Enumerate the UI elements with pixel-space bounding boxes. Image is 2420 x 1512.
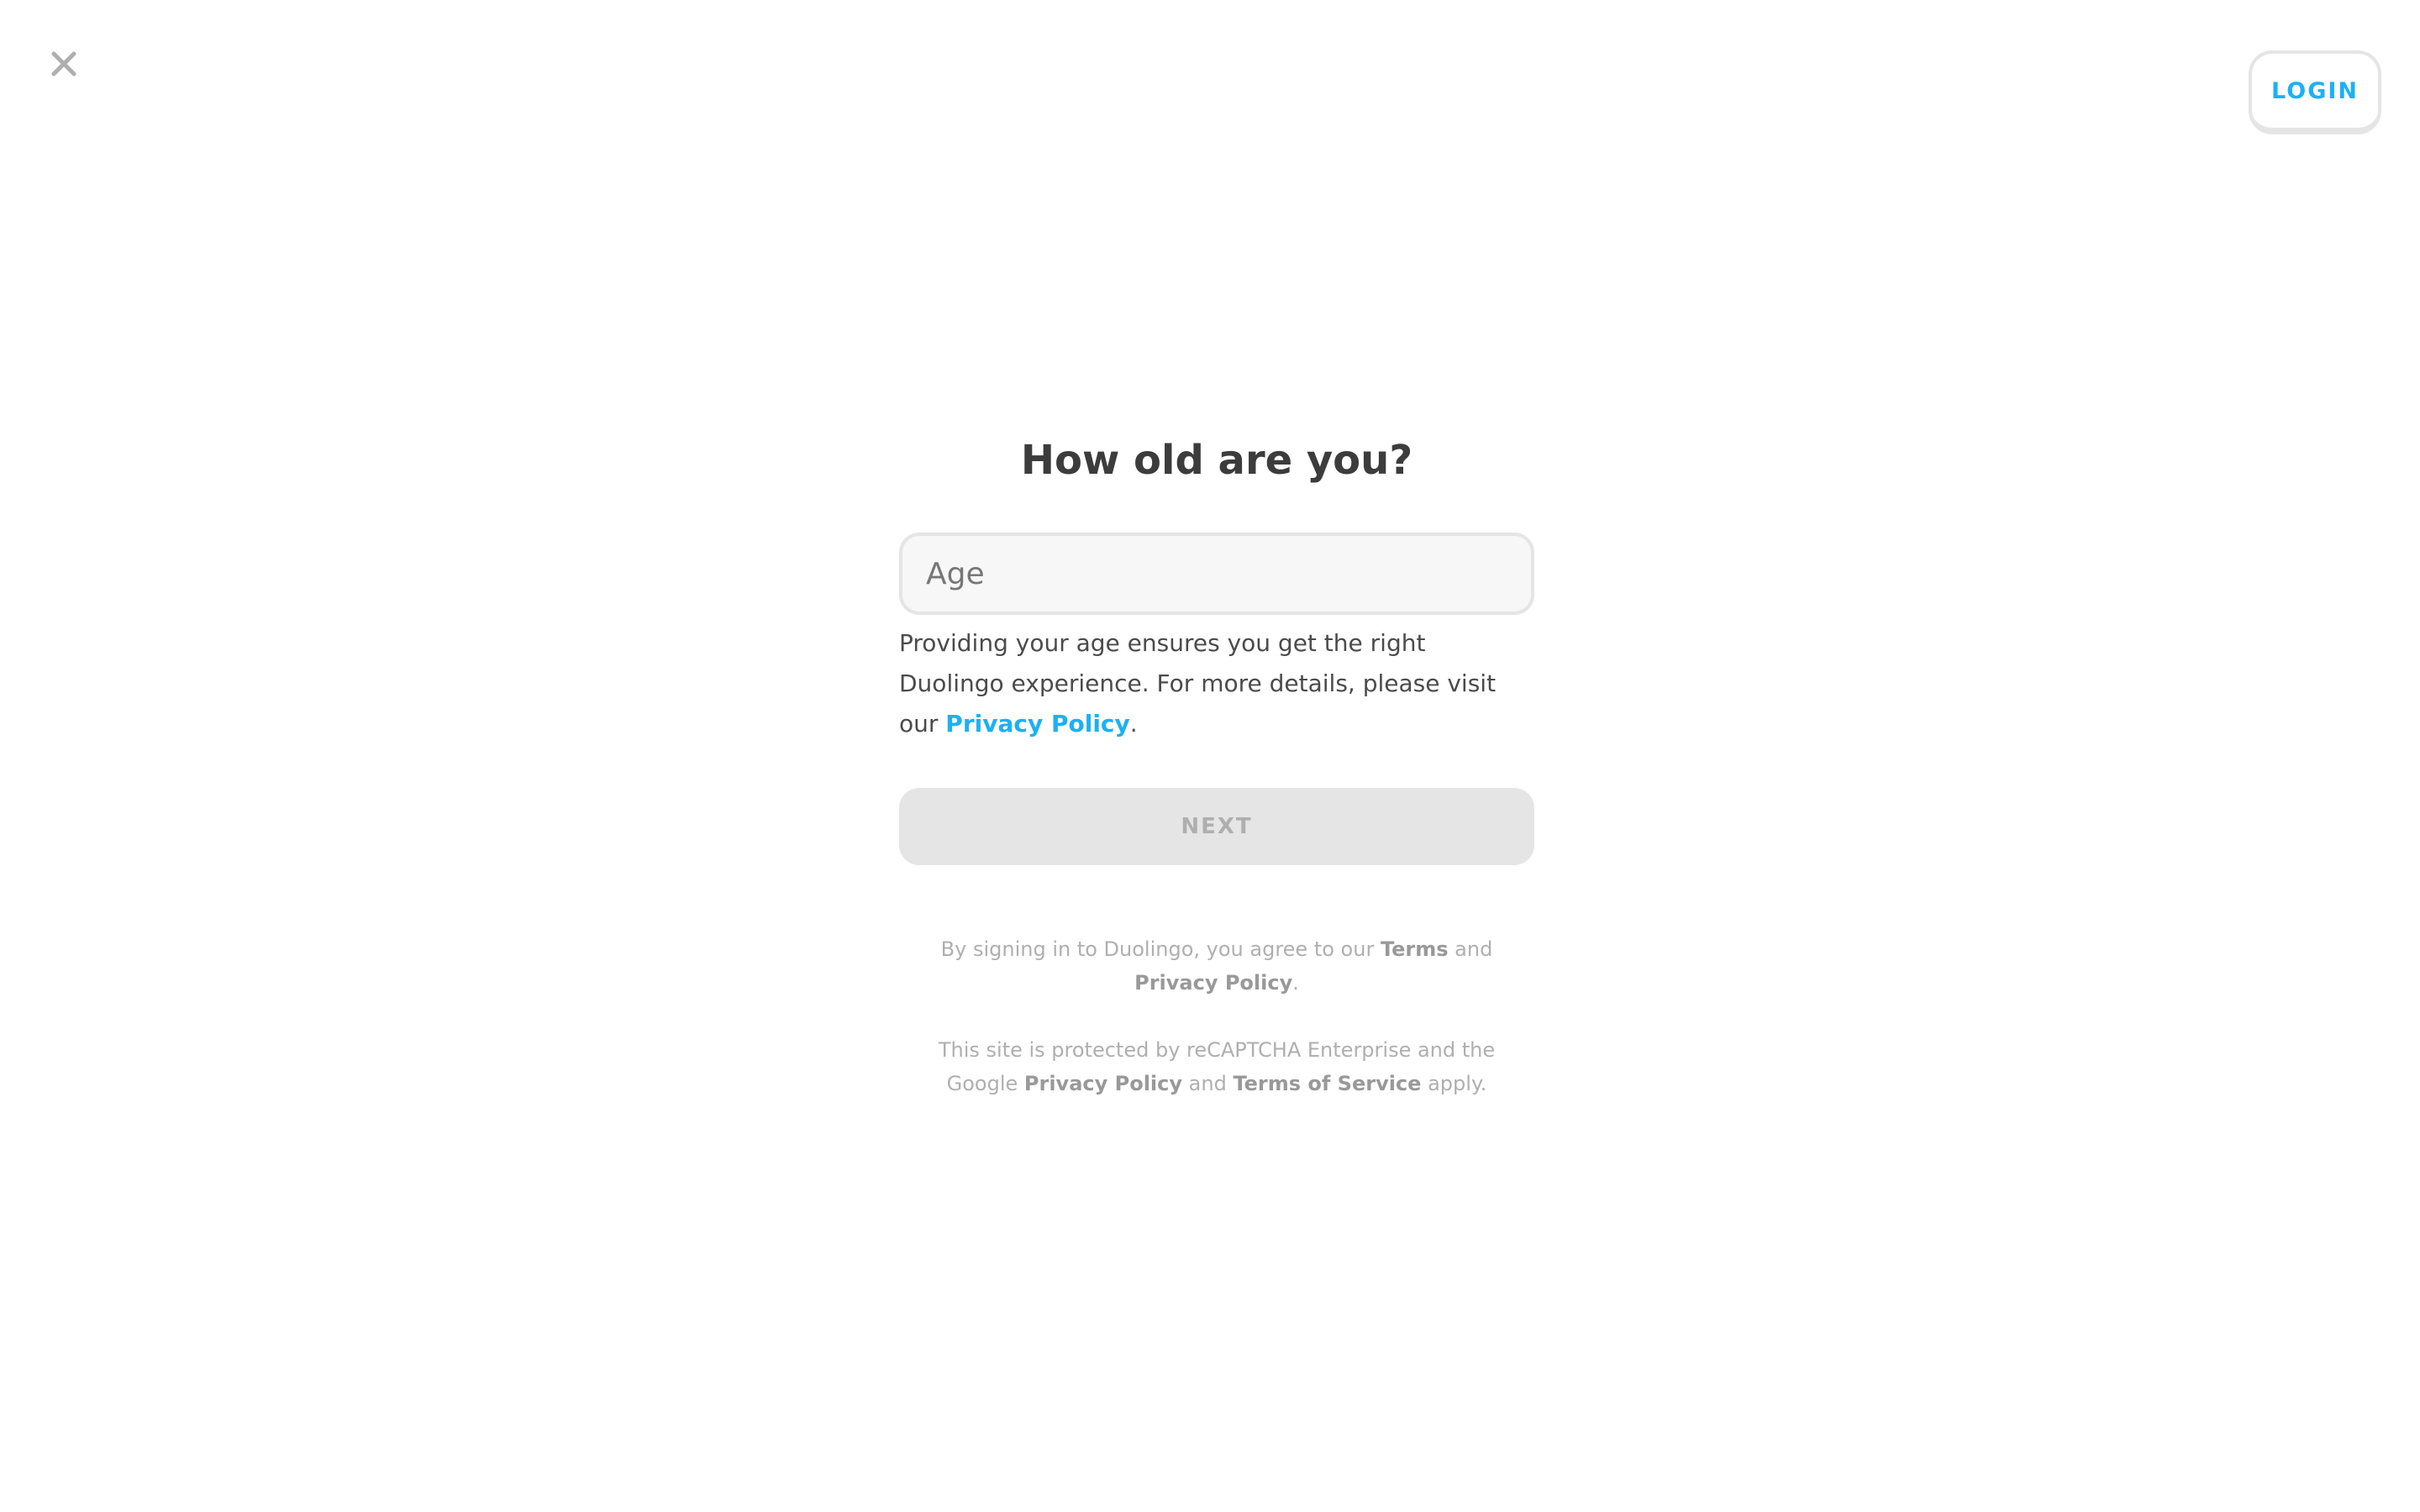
age-helper-text: Providing your age ensures you get the r… <box>899 623 1534 744</box>
and-text: and <box>1448 937 1493 961</box>
google-privacy-link[interactable]: Privacy Policy <box>1024 1072 1182 1095</box>
google-terms-link[interactable]: Terms of Service <box>1233 1072 1421 1095</box>
helper-end: . <box>1129 710 1138 738</box>
recaptcha-notice: This site is protected by reCAPTCHA Ente… <box>899 1033 1534 1100</box>
close-icon <box>51 51 76 76</box>
login-button[interactable]: LOGIN <box>2249 50 2381 134</box>
apply-text: apply. <box>1421 1072 1487 1095</box>
end-text: . <box>1292 971 1299 995</box>
page-title: How old are you? <box>1020 437 1413 484</box>
privacy-link[interactable]: Privacy Policy <box>1134 971 1292 995</box>
close-button[interactable] <box>44 44 84 84</box>
signin-text: By signing in to Duolingo, you agree to … <box>940 937 1381 961</box>
next-button[interactable]: NEXT <box>899 788 1534 865</box>
privacy-policy-link[interactable]: Privacy Policy <box>945 710 1129 738</box>
terms-notice: By signing in to Duolingo, you agree to … <box>899 932 1534 1000</box>
terms-link[interactable]: Terms <box>1381 937 1449 961</box>
and-text-2: and <box>1182 1072 1234 1095</box>
age-form: How old are you? Providing your age ensu… <box>899 428 1534 1100</box>
age-input[interactable] <box>899 533 1534 615</box>
